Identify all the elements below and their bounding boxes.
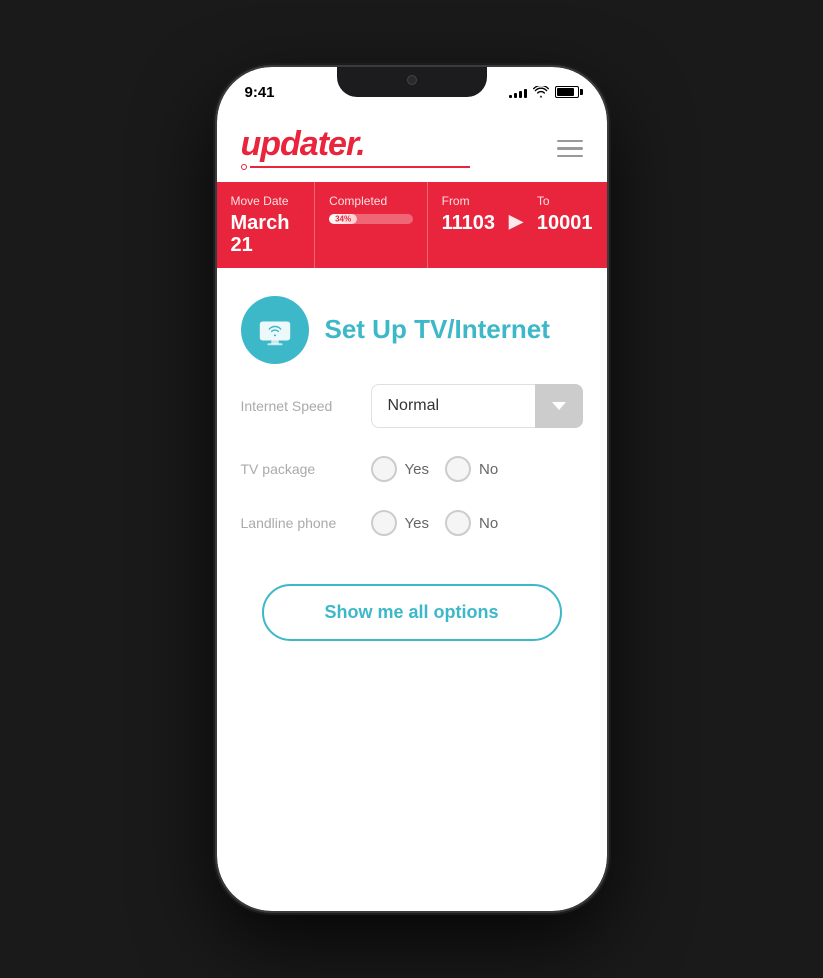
wifi-icon — [533, 86, 549, 98]
hamburger-line-2 — [557, 147, 583, 150]
landline-phone-row: Landline phone Yes No — [241, 510, 583, 536]
tv-package-radio-group: Yes No — [371, 456, 583, 482]
app-header: updater. — [217, 111, 607, 182]
hamburger-line-3 — [557, 155, 583, 158]
notch — [337, 67, 487, 97]
tv-package-label: TV package — [241, 461, 371, 477]
tv-package-yes-radio[interactable] — [371, 456, 397, 482]
app-content: updater. Move Date March 21 — [217, 111, 607, 911]
completed-label: Completed — [329, 194, 413, 208]
progress-bar-fill: 34% — [329, 214, 357, 224]
stats-bar: Move Date March 21 Completed 34% From — [217, 182, 607, 268]
signal-bar-3 — [519, 91, 522, 98]
status-time: 9:41 — [245, 84, 275, 101]
from-value: 11103 — [442, 212, 495, 234]
logo-circle — [241, 164, 247, 170]
route-arrow: ▶ — [509, 194, 523, 234]
progress-label: 34% — [335, 215, 351, 224]
landline-no-radio[interactable] — [445, 510, 471, 536]
tv-internet-icon — [256, 311, 294, 349]
section-header: Set Up TV/Internet — [217, 268, 607, 384]
cta-label: Show me all options — [324, 602, 498, 622]
landline-no-label: No — [479, 515, 498, 532]
chevron-down-icon — [552, 402, 566, 410]
signal-icon — [509, 86, 527, 98]
landline-no-option[interactable]: No — [445, 510, 498, 536]
progress-bar-container: 34% — [329, 214, 413, 224]
status-icons — [509, 86, 579, 98]
landline-yes-radio[interactable] — [371, 510, 397, 536]
tv-package-no-option[interactable]: No — [445, 456, 498, 482]
cta-container: Show me all options — [217, 564, 607, 671]
from-section: From 11103 — [442, 194, 495, 234]
landline-phone-radio-group: Yes No — [371, 510, 583, 536]
to-label: To — [537, 194, 593, 208]
camera — [407, 75, 417, 85]
logo-underline — [241, 164, 470, 170]
internet-speed-select-container[interactable]: Normal — [371, 384, 583, 428]
battery-fill — [557, 88, 574, 96]
logo-dash — [250, 166, 470, 168]
phone-screen: 9:41 — [217, 67, 607, 911]
logo: updater. — [241, 127, 470, 170]
show-options-button[interactable]: Show me all options — [262, 584, 562, 641]
to-section: To 10001 — [537, 194, 593, 234]
landline-yes-label: Yes — [405, 515, 429, 532]
tv-package-no-radio[interactable] — [445, 456, 471, 482]
landline-yes-option[interactable]: Yes — [371, 510, 429, 536]
hamburger-line-1 — [557, 140, 583, 143]
tv-package-yes-option[interactable]: Yes — [371, 456, 429, 482]
from-label: From — [442, 194, 495, 208]
logo-text: updater. — [241, 127, 470, 161]
landline-phone-label: Landline phone — [241, 515, 371, 531]
tv-internet-icon-circle — [241, 296, 309, 364]
route-cell: From 11103 ▶ To 10001 — [428, 182, 607, 268]
battery-icon — [555, 86, 579, 98]
internet-speed-row: Internet Speed Normal — [241, 384, 583, 428]
tv-package-yes-label: Yes — [405, 461, 429, 478]
select-arrow-button[interactable] — [535, 384, 583, 428]
to-value: 10001 — [537, 212, 593, 234]
menu-button[interactable] — [557, 140, 583, 158]
internet-speed-label: Internet Speed — [241, 398, 371, 414]
move-date-value: March 21 — [231, 212, 301, 256]
section-title: Set Up TV/Internet — [325, 314, 550, 345]
signal-bar-1 — [509, 95, 512, 98]
signal-bar-2 — [514, 93, 517, 98]
move-date-label: Move Date — [231, 194, 301, 208]
signal-bar-4 — [524, 89, 527, 98]
completed-cell: Completed 34% — [315, 182, 428, 268]
phone-frame: 9:41 — [217, 67, 607, 911]
tv-package-no-label: No — [479, 461, 498, 478]
tv-package-row: TV package Yes No — [241, 456, 583, 482]
form-section: Internet Speed Normal TV package Y — [217, 384, 607, 536]
move-date-cell: Move Date March 21 — [217, 182, 316, 268]
